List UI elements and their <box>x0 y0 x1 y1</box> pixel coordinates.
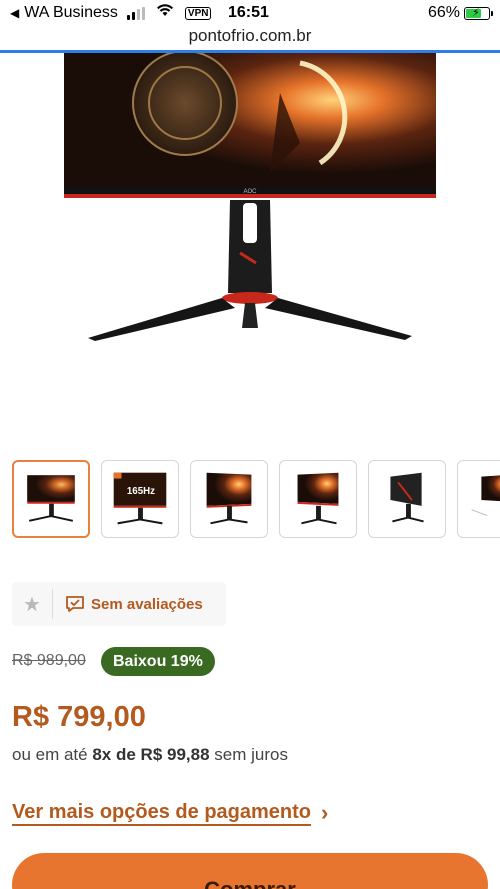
discount-badge: Baixou 19% <box>101 647 215 676</box>
monitor-back-thumbnail-icon <box>471 475 500 517</box>
old-price: R$ 989,00 <box>12 652 86 669</box>
installments-suffix: sem juros <box>214 745 288 764</box>
monitor-angle-right-thumbnail-icon <box>297 472 339 525</box>
svg-text:AOC: AOC <box>243 189 257 195</box>
rating-divider <box>52 589 53 619</box>
rating-box: ★ Sem avaliações <box>12 582 226 626</box>
wifi-icon <box>156 4 174 22</box>
installments-text: ou em até 8x de R$ 99,88 sem juros <box>12 745 288 765</box>
vpn-badge: VPN <box>184 6 212 20</box>
monitor-front-thumbnail-icon <box>27 475 75 522</box>
reviews-link[interactable]: Sem avaliações <box>65 595 203 613</box>
monitor-side-thumbnail-icon <box>390 472 424 523</box>
status-bar: ◀ WA Business VPN 16:51 66% ⚡ <box>0 0 500 26</box>
battery-percent: 66% <box>427 4 460 21</box>
more-payment-options-link[interactable]: Ver mais opções de pagamento › <box>12 800 328 826</box>
thumbnail-strip: 165Hz <box>12 460 500 538</box>
thumbnail-monitor-165hz[interactable]: 165Hz <box>101 460 179 538</box>
thumbnail-monitor-back[interactable] <box>457 460 500 538</box>
status-left[interactable]: ◀ WA Business VPN <box>10 4 212 22</box>
star-icon: ★ <box>23 593 41 616</box>
thumb-165hz-text: 165Hz <box>127 486 155 497</box>
status-time: 16:51 <box>228 4 269 21</box>
url-bar[interactable]: pontofrio.com.br <box>0 26 500 50</box>
more-payment-label: Ver mais opções de pagamento <box>12 800 311 826</box>
chevron-right-icon: › <box>321 800 329 825</box>
cellular-signal-icon <box>126 6 145 20</box>
thumbnail-monitor-angle-right[interactable] <box>279 460 357 538</box>
buy-button[interactable]: Comprar <box>12 853 488 889</box>
current-price: R$ 799,00 <box>12 701 146 733</box>
battery-icon: ⚡ <box>464 6 493 20</box>
monitor-product-image[interactable]: AOC <box>0 50 500 443</box>
status-right: 66% ⚡ <box>427 4 493 22</box>
installments-amount: 8x de R$ 99,88 <box>92 745 210 764</box>
thumbnail-monitor-side[interactable] <box>368 460 446 538</box>
monitor-165hz-box-thumbnail-icon: 165Hz <box>113 472 167 525</box>
review-chat-check-icon <box>66 596 84 612</box>
thumbnail-monitor-front[interactable] <box>12 460 90 538</box>
monitor-angle-left-thumbnail-icon <box>206 472 252 525</box>
thumbnail-monitor-angle-left[interactable] <box>190 460 268 538</box>
review-label: Sem avaliações <box>91 595 203 613</box>
installments-prefix: ou em até <box>12 745 88 764</box>
back-app-label[interactable]: WA Business <box>24 4 118 22</box>
back-caret-icon[interactable]: ◀ <box>10 6 19 20</box>
